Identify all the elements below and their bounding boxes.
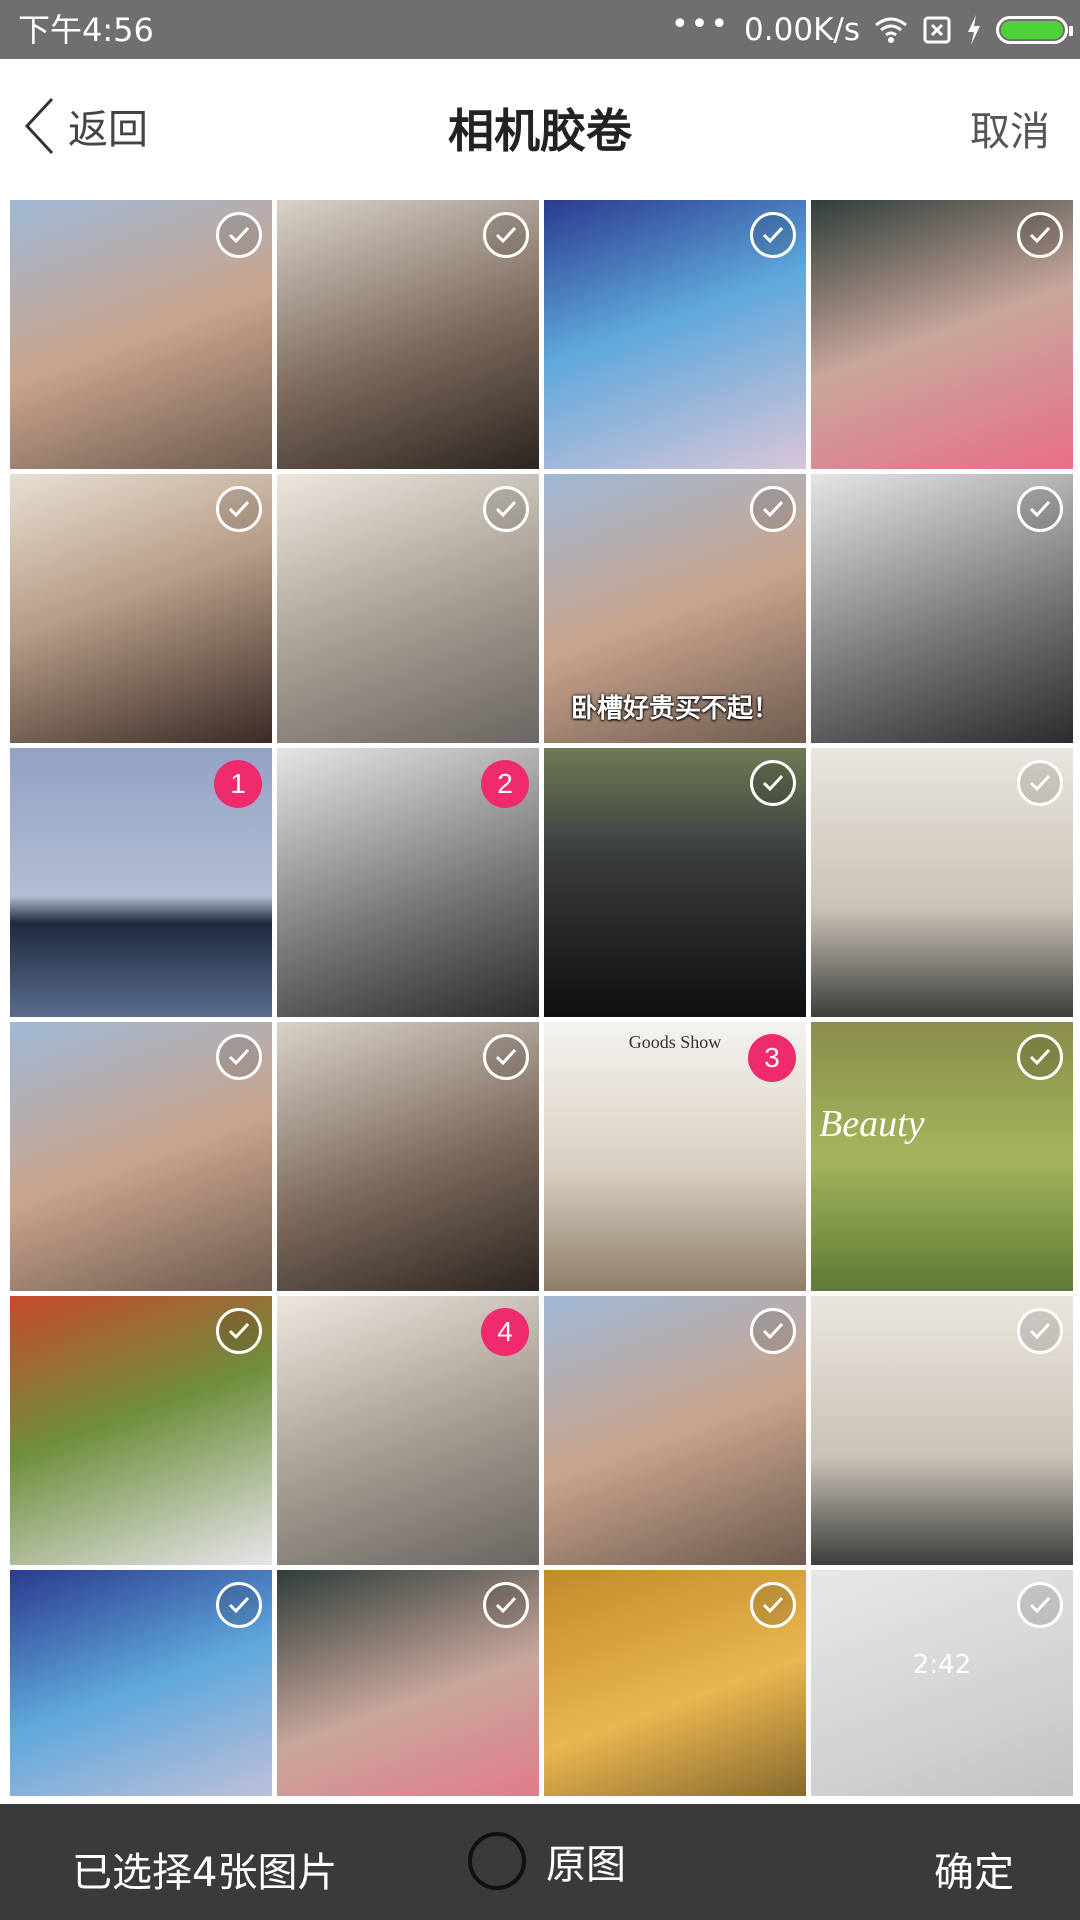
photo-thumbnail[interactable] [277, 474, 539, 743]
photo-thumbnail[interactable] [544, 200, 806, 469]
sim-off-icon [923, 16, 951, 43]
more-notifications-icon: ••• [670, 6, 731, 42]
selection-order-badge[interactable]: 3 [748, 1034, 796, 1082]
photo-thumbnail[interactable]: 4 [277, 1296, 539, 1565]
photo-thumbnail[interactable]: Goods Show 3 [544, 1022, 806, 1291]
photo-thumbnail[interactable] [10, 1296, 272, 1565]
bottom-bar: 已选择4张图片 原图 确定 [0, 1804, 1080, 1920]
select-circle-icon[interactable] [750, 486, 796, 532]
photo-thumbnail[interactable] [811, 1296, 1073, 1565]
charging-icon [968, 14, 980, 45]
page-title: 相机胶卷 [448, 104, 632, 158]
photo-thumbnail[interactable] [10, 474, 272, 743]
photo-thumbnail[interactable] [10, 1570, 272, 1796]
original-image-label: 原图 [546, 1842, 626, 1888]
selection-order-badge[interactable]: 4 [481, 1308, 529, 1356]
select-circle-icon[interactable] [216, 486, 262, 532]
network-speed: 0.00K/s [744, 11, 860, 48]
select-circle-icon[interactable] [483, 1582, 529, 1628]
select-circle-icon[interactable] [1017, 1034, 1063, 1080]
status-icons: ••• 0.00K/s [670, 0, 1073, 59]
header: 返回 相机胶卷 取消 [0, 59, 1080, 192]
photo-thumbnail[interactable] [10, 200, 272, 469]
select-circle-icon[interactable] [750, 760, 796, 806]
photo-thumbnail[interactable]: 卧槽好贵买不起！ [544, 474, 806, 743]
original-image-toggle[interactable]: 原图 [468, 1832, 626, 1890]
select-circle-icon[interactable] [1017, 1582, 1063, 1628]
photo-thumbnail[interactable] [811, 200, 1073, 469]
photo-overlay-text: 2:42 [912, 1650, 972, 1680]
photo-thumbnail[interactable]: 2 [277, 748, 539, 1017]
photo-caption: 卧槽好贵买不起！ [570, 694, 779, 724]
selected-count-text: 已选择4张图片 [72, 1850, 338, 1896]
status-bar: 下午4:56 ••• 0.00K/s [0, 0, 1080, 59]
battery-icon [996, 15, 1073, 44]
photo-thumbnail[interactable] [811, 474, 1073, 743]
photo-thumbnail[interactable] [277, 1570, 539, 1796]
photo-thumbnail[interactable]: Beauty [811, 1022, 1073, 1291]
select-circle-icon[interactable] [216, 1582, 262, 1628]
photo-thumbnail[interactable] [544, 1570, 806, 1796]
battery-fill [1001, 20, 1063, 39]
photo-thumbnail[interactable] [544, 748, 806, 1017]
select-circle-icon[interactable] [750, 1308, 796, 1354]
photo-thumbnail[interactable] [277, 1022, 539, 1291]
photo-thumbnail[interactable] [277, 200, 539, 469]
status-time: 下午4:56 [18, 11, 154, 49]
photo-thumbnail[interactable]: 1 [10, 748, 272, 1017]
select-circle-icon[interactable] [216, 212, 262, 258]
select-circle-icon[interactable] [216, 1308, 262, 1354]
photo-thumbnail[interactable] [10, 1022, 272, 1291]
photo-grid: 卧槽好贵买不起！ 1 2 Goods Show 3 Beauty 4 2:42 [10, 200, 1074, 1796]
select-circle-icon[interactable] [216, 1034, 262, 1080]
cancel-button[interactable]: 取消 [970, 99, 1050, 157]
photo-thumbnail[interactable] [544, 1296, 806, 1565]
select-circle-icon[interactable] [750, 1582, 796, 1628]
select-circle-icon[interactable] [1017, 486, 1063, 532]
select-circle-icon[interactable] [483, 1034, 529, 1080]
photo-overlay-text: Beauty [819, 1103, 925, 1145]
selection-order-badge[interactable]: 1 [214, 760, 262, 808]
photo-thumbnail[interactable] [811, 748, 1073, 1017]
wifi-icon [875, 17, 907, 43]
select-circle-icon[interactable] [1017, 1308, 1063, 1354]
photo-thumbnail[interactable]: 2:42 [811, 1570, 1073, 1796]
select-circle-icon[interactable] [750, 212, 796, 258]
select-circle-icon[interactable] [1017, 212, 1063, 258]
select-circle-icon[interactable] [483, 486, 529, 532]
confirm-button[interactable]: 确定 [934, 1840, 1014, 1898]
select-circle-icon[interactable] [483, 212, 529, 258]
selection-order-badge[interactable]: 2 [481, 760, 529, 808]
select-circle-icon[interactable] [1017, 760, 1063, 806]
radio-circle-icon[interactable] [468, 1832, 526, 1890]
